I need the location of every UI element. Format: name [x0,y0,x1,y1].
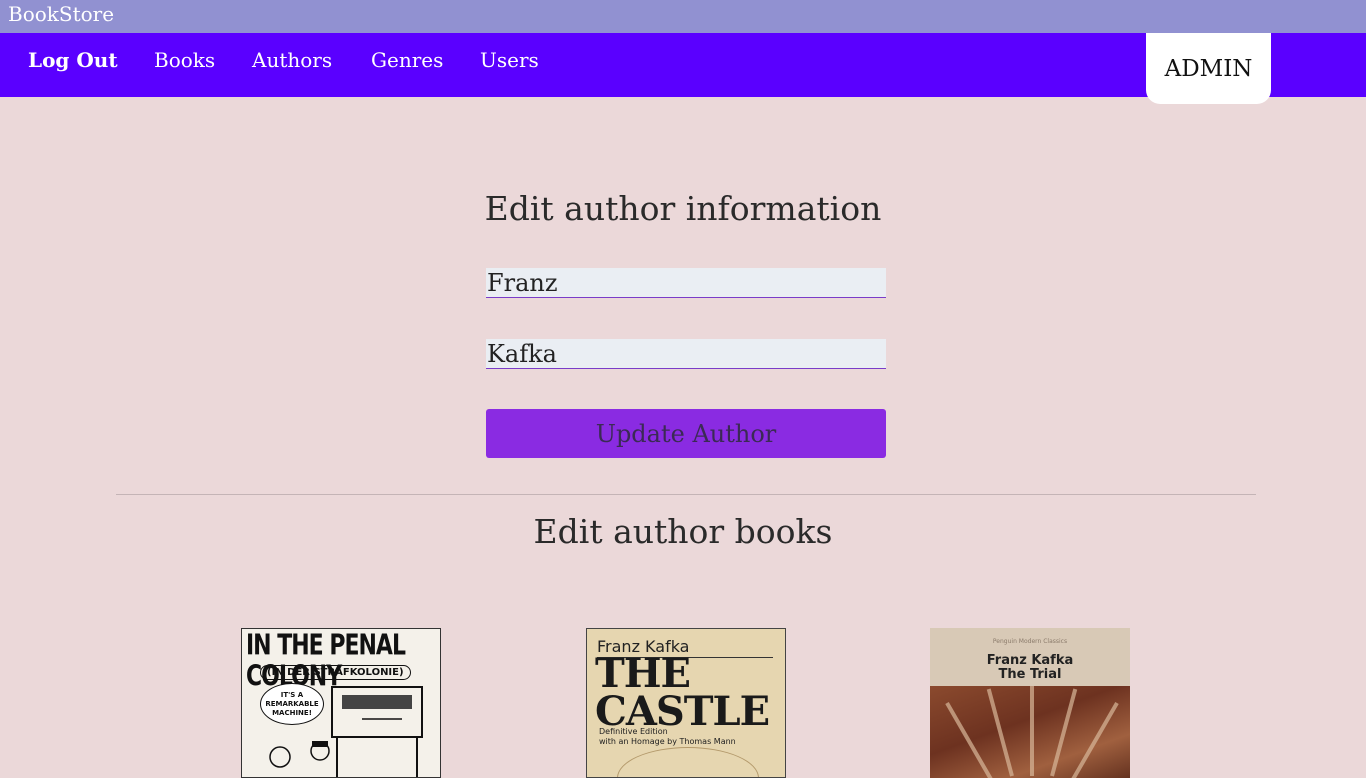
author-books-heading: Edit author books [533,512,833,551]
app-name: BookStore [8,2,115,26]
book-cover-the-trial[interactable]: Penguin Modern Classics Franz Kafka The … [930,628,1130,778]
last-name-input[interactable] [486,339,886,369]
book-edition-line-1: Definitive Edition [599,727,668,736]
book-title-line-2: CASTLE [595,688,770,735]
book-edition-line-2: with an Homage by Thomas Mann [599,737,736,746]
book-author: Franz Kafka [986,653,1074,668]
cover-ornament [617,747,759,777]
nav-link-books[interactable]: Books [154,48,215,72]
nav-link-genres[interactable]: Genres [371,48,443,72]
book-title: The Trial [998,667,1062,682]
update-author-button[interactable]: Update Author [486,409,886,458]
app-title-bar: BookStore [0,0,1366,33]
role-badge: ADMIN [1146,33,1271,104]
section-divider [116,494,1256,495]
role-badge-label: ADMIN [1164,55,1253,82]
book-series: Penguin Modern Classics [992,638,1068,645]
book-edition-note: Definitive Edition with an Homage by Tho… [599,727,736,747]
nav-link-users[interactable]: Users [480,48,539,72]
first-name-input[interactable] [486,268,886,298]
logout-link[interactable]: Log Out [28,48,118,72]
book-title: THE CASTLE [595,654,785,735]
book-cover-penal-colony[interactable]: IN THE PENAL COLONY (IN DER STRAFKOLONIE… [241,628,441,778]
book-author-title: Franz Kafka The Trial [930,654,1130,682]
book-cover-the-castle[interactable]: Franz Kafka THE CASTLE Definitive Editio… [586,628,786,778]
machine-illustration [269,686,423,777]
cover-artwork [930,686,1130,778]
nav-link-authors[interactable]: Authors [252,48,332,72]
author-form-heading: Edit author information [484,189,882,228]
